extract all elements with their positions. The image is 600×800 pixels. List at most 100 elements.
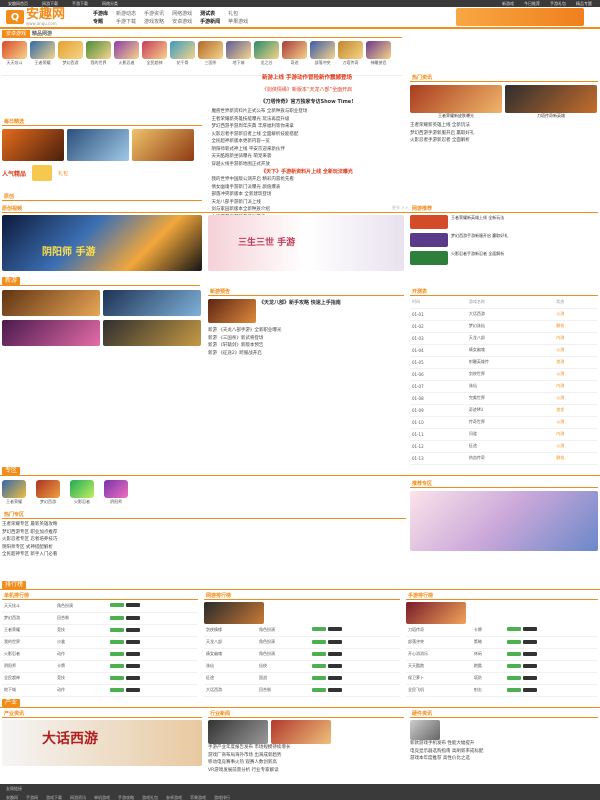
download-button[interactable] <box>506 675 521 680</box>
download-button[interactable] <box>311 687 326 692</box>
news-link[interactable]: 梦幻西游手游新服开启 赢取好礼 <box>410 130 598 138</box>
detail-button[interactable] <box>327 639 342 644</box>
table-row[interactable]: 01-10 传奇世界 公测 <box>410 416 598 429</box>
table-row[interactable]: 01-07 诛仙 内测 <box>410 380 598 393</box>
game-tile[interactable]: 全民超神 <box>142 41 167 66</box>
rank-row[interactable]: 天天炫斗 角色扮演 <box>2 600 198 613</box>
rec-zone-image[interactable] <box>410 491 598 551</box>
rec-image[interactable] <box>410 251 448 265</box>
nav-item[interactable]: 手游资讯 <box>144 10 164 17</box>
news-caption[interactable]: 刀塔传奇新英雄 <box>505 113 597 119</box>
footer-link[interactable]: 网游资讯 <box>70 795 86 800</box>
hardware-image[interactable] <box>410 720 440 740</box>
detail-button[interactable] <box>327 675 342 680</box>
download-button[interactable] <box>109 627 124 632</box>
news-link[interactable]: 王者荣耀新英雄上线 全新玩法 <box>410 122 598 130</box>
news-link[interactable]: · 王者荣耀新英雄技能曝光 玩法再度升级 <box>208 116 406 124</box>
industry-link[interactable]: VR游戏发展前景分析 行业专家解读 <box>208 767 404 775</box>
newgame-image[interactable] <box>103 290 201 316</box>
topbar-link[interactable]: 网络分类 <box>102 1 118 7</box>
rank-cover[interactable] <box>204 602 264 624</box>
pick-image[interactable] <box>67 129 129 161</box>
detail-button[interactable] <box>125 627 140 632</box>
detail-button[interactable] <box>327 687 342 692</box>
detail-button[interactable] <box>522 627 537 632</box>
newgame-link[interactable]: 新游 《天龙八部手游》全新职业曝光 <box>208 327 404 335</box>
gift-label[interactable]: 礼包 <box>58 170 68 177</box>
download-button[interactable] <box>109 675 124 680</box>
hardware-link[interactable]: 游戏本年度推荐 高性价比之选 <box>410 755 598 763</box>
game-tile[interactable]: 梦幻西游 <box>58 41 83 66</box>
news-link[interactable]: · 阴阳师新式神上线 平安京迎来新伙伴 <box>208 146 406 154</box>
download-button[interactable] <box>109 615 124 620</box>
detail-button[interactable] <box>327 663 342 668</box>
game-tile[interactable]: 我的世界 <box>86 41 111 66</box>
zone-link[interactable]: 全民超神专区 新手入门必看 <box>2 551 406 559</box>
news-link[interactable]: · 倩女幽魂手游新门派曝光 颜值爆表 <box>208 184 406 192</box>
rank-row[interactable]: 保卫萝卜 塔防 <box>406 672 598 685</box>
topbar-link[interactable]: 网游下载 <box>42 1 58 7</box>
table-row[interactable]: 01-01 大话西游 公测 <box>410 308 598 321</box>
rank-row[interactable]: 倩女幽魂 角色扮演 <box>204 648 400 661</box>
topbar-link[interactable]: 安趣网首页 <box>8 1 28 7</box>
more-link[interactable]: 更多 >> <box>202 205 408 212</box>
download-button[interactable] <box>109 603 124 608</box>
footer-link[interactable]: 安趣网 <box>6 795 18 800</box>
topbar-link[interactable]: 新游戏 <box>502 1 514 7</box>
headline[interactable]: 新游上线 手游动作冒险新作震撼登场 <box>208 74 406 82</box>
download-button[interactable] <box>506 651 521 656</box>
video-banner[interactable]: 阴阳师 手游 <box>2 215 202 271</box>
news-link[interactable]: · 穿越火线手游新地图正式开放 <box>208 161 406 169</box>
download-button[interactable] <box>109 639 124 644</box>
news-link[interactable]: · 我的世界中国版公测开启 精彩内容抢先看 <box>208 176 406 184</box>
site-logo[interactable]: Q 安趣网 www.anqu.com <box>6 8 65 26</box>
nav-item[interactable]: 手游新闻 <box>200 18 220 25</box>
zone-link[interactable]: 火影忍者专区 忍者培养技巧 <box>2 536 406 544</box>
topbar-link[interactable]: 手游礼包 <box>550 1 566 7</box>
zone-link[interactable]: 王者荣耀专区 最新英雄攻略 <box>2 521 406 529</box>
newgame-link[interactable]: 新游 《征途2》跨服战开启 <box>208 350 404 358</box>
rec-text[interactable]: 王者荣耀新英雄上线 全新玩法 <box>451 215 504 229</box>
nav-item[interactable]: 游戏攻略 <box>144 18 164 25</box>
topbar-link[interactable]: 今日推荐 <box>524 1 540 7</box>
table-row[interactable]: 01-11 问道 内测 <box>410 428 598 441</box>
news-link[interactable]: · 梦幻西游手游周年庆典 丰厚福利等你来拿 <box>208 123 406 131</box>
table-row[interactable]: 01-02 梦幻诛仙 删档 <box>410 320 598 333</box>
detail-button[interactable] <box>327 627 342 632</box>
detail-button[interactable] <box>522 651 537 656</box>
footer-link[interactable]: 游戏下载 <box>46 795 62 800</box>
download-button[interactable] <box>109 651 124 656</box>
rank-row[interactable]: 大话西游 回合制 <box>204 684 400 697</box>
table-row[interactable]: 01-12 征途 公测 <box>410 440 598 453</box>
topbar-link[interactable]: 精品专题 <box>576 1 592 7</box>
rank-row[interactable]: 火影忍者 动作 <box>2 648 198 661</box>
download-button[interactable] <box>311 651 326 656</box>
game-tile[interactable]: 天天炫斗 <box>2 41 27 66</box>
rank-row[interactable]: 全民飞机 射击 <box>406 684 598 697</box>
download-button[interactable] <box>506 687 521 692</box>
newgame-news-image[interactable] <box>208 299 256 323</box>
game-tile[interactable]: 神雕侠侣 <box>366 41 391 66</box>
table-row[interactable]: 01-08 完美世界 公测 <box>410 392 598 405</box>
rank-row[interactable]: 全民超神 竞技 <box>2 672 198 685</box>
download-button[interactable] <box>506 639 521 644</box>
detail-button[interactable] <box>522 687 537 692</box>
news-image[interactable] <box>505 85 597 113</box>
detail-button[interactable] <box>125 639 140 644</box>
news-link[interactable]: · 天天酷跑新坐骑曝光 萌宠来袭 <box>208 153 406 161</box>
hardware-link[interactable]: 电竞显示器选购指南 高刷新率成标配 <box>410 748 598 756</box>
detail-button[interactable] <box>125 687 140 692</box>
detail-button[interactable] <box>125 651 140 656</box>
download-button[interactable] <box>311 639 326 644</box>
rank-row[interactable]: 部落冲突 策略 <box>406 636 598 649</box>
detail-button[interactable] <box>522 663 537 668</box>
detail-button[interactable] <box>125 675 140 680</box>
topbar-link[interactable]: 手游下载 <box>72 1 88 7</box>
hardware-link[interactable]: 新款游戏手机发布 性能大幅提升 <box>410 740 598 748</box>
industry-link[interactable]: 移动电竞赛事火热 观赛人数创新高 <box>208 759 404 767</box>
rank-row[interactable]: 剑侠情缘 角色扮演 <box>204 624 400 637</box>
industry-image[interactable] <box>271 720 331 744</box>
zone-link[interactable]: 阴阳师专区 式神搭配解析 <box>2 544 406 552</box>
rank-row[interactable]: 地下城 动作 <box>2 684 198 697</box>
rank-cover[interactable] <box>406 602 466 624</box>
